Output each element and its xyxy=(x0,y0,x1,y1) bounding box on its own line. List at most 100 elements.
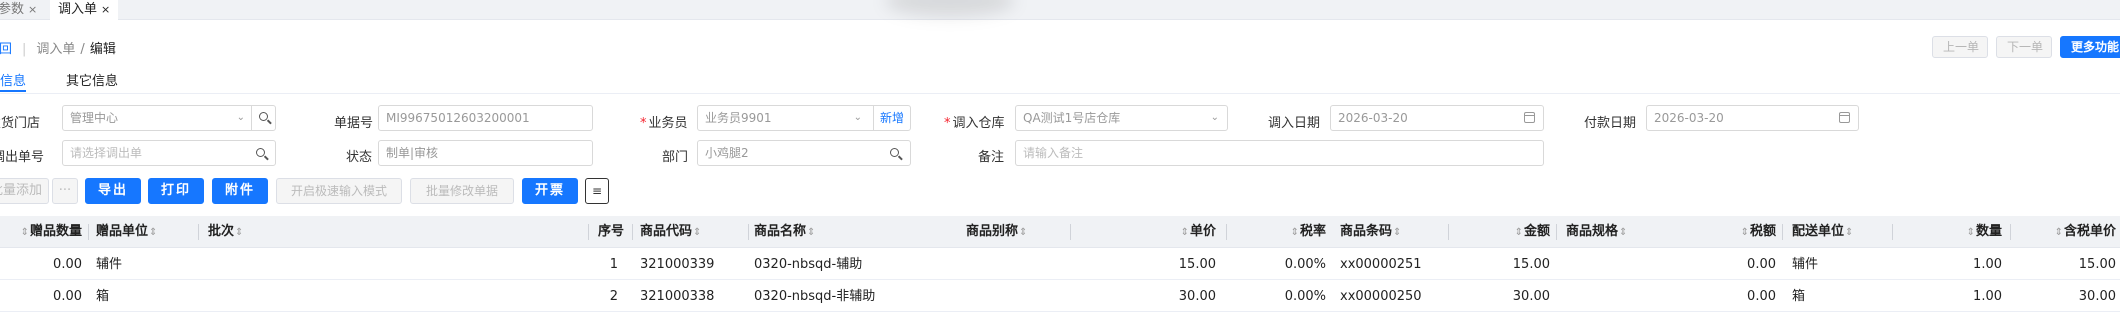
col-spec[interactable]: 商品规格⇕ xyxy=(1566,216,1666,248)
tab-other-info[interactable]: 其它信息 xyxy=(66,70,118,92)
salesman-select[interactable]: 业务员9901 ⌄ 新增 xyxy=(697,105,911,131)
cell-seq: 2 xyxy=(609,289,618,304)
next-doc-button[interactable]: 下一单 xyxy=(1996,36,2052,58)
ship-store-select[interactable]: 管理中心 ⌄ xyxy=(62,105,276,131)
back-link[interactable]: 返回 xyxy=(0,42,12,57)
col-price[interactable]: ⇕单价 xyxy=(1120,216,1216,248)
tab-bar: 参数 × 调入单 × xyxy=(0,0,2120,20)
cell-tax-rate: 0.00% xyxy=(1284,257,1326,272)
ship-store-value: 管理中心 xyxy=(70,111,119,125)
fast-input-mode-button[interactable]: 开启极速输入模式 xyxy=(276,178,402,204)
col-gift-unit[interactable]: 赠品单位⇕ xyxy=(96,216,196,248)
table-header: ⇕赠品数量 赠品单位⇕ 批次⇕ 序号 商品代码⇕ 商品名称⇕ 商品别称⇕ ⇕单价… xyxy=(0,216,2120,248)
pay-date-label: 付款日期 xyxy=(1584,116,1637,131)
cell-dist-unit: 箱 xyxy=(1792,289,1806,304)
tab-transfer-in[interactable]: 调入单 × xyxy=(50,0,119,20)
tab-params[interactable]: 参数 × xyxy=(0,0,41,20)
out-doc-placeholder: 请选择调出单 xyxy=(70,146,143,160)
close-icon[interactable]: × xyxy=(101,3,110,16)
doc-no-field[interactable]: MI99675012603200001 xyxy=(378,105,593,131)
shadow-overlay xyxy=(885,0,1015,16)
column-settings-icon[interactable]: ≡ xyxy=(585,178,609,204)
col-qty[interactable]: ⇕数量 xyxy=(1920,216,2002,248)
cell-product-name: 0320-nbsqd-辅助 xyxy=(754,257,863,272)
cell-gift-qty: 0.00 xyxy=(53,289,82,304)
pay-date-picker[interactable]: 2026-03-20 xyxy=(1646,105,1859,131)
calendar-icon[interactable] xyxy=(1524,112,1535,123)
batch-modify-button[interactable]: 批量修改单据 xyxy=(410,178,514,204)
prev-doc-button[interactable]: 上一单 xyxy=(1932,36,1988,58)
col-tax-price[interactable]: ⇕含税单价 xyxy=(2020,216,2116,248)
cell-tax: 0.00 xyxy=(1747,257,1776,272)
department-search-input[interactable]: 小鸡腿2 xyxy=(697,140,911,166)
status-label: 状态 xyxy=(346,150,373,165)
col-product-code[interactable]: 商品代码⇕ xyxy=(640,216,740,248)
breadcrumb-separator: / xyxy=(80,42,85,57)
cell-product-code: 321000339 xyxy=(640,257,715,272)
divider xyxy=(0,93,2120,94)
more-icon[interactable]: ··· xyxy=(52,178,78,204)
cell-product-name: 0320-nbsqd-非辅助 xyxy=(754,289,876,304)
divider: | xyxy=(22,42,27,57)
cell-barcode: xx00000251 xyxy=(1340,257,1422,272)
cell-tax-price: 30.00 xyxy=(2078,289,2116,304)
out-doc-search-input[interactable]: 请选择调出单 xyxy=(62,140,276,166)
table-row[interactable]: 0.00 辅件 1 321000339 0320-nbsqd-辅助 15.00 … xyxy=(0,249,2120,280)
in-warehouse-label: * 调入仓库 xyxy=(944,116,1005,131)
breadcrumb-parent[interactable]: 调入单 xyxy=(36,42,75,57)
in-date-value: 2026-03-20 xyxy=(1338,111,1408,125)
cell-gift-unit: 辅件 xyxy=(96,257,123,272)
chevron-down-icon[interactable]: ⌄ xyxy=(1211,106,1219,130)
table-row[interactable]: 0.00 箱 2 321000338 0320-nbsqd-非辅助 30.00 … xyxy=(0,281,2120,312)
col-amount[interactable]: ⇕金额 xyxy=(1470,216,1550,248)
cell-amount: 15.00 xyxy=(1512,257,1550,272)
search-icon[interactable] xyxy=(890,148,899,157)
in-date-picker[interactable]: 2026-03-20 xyxy=(1330,105,1544,131)
col-gift-qty[interactable]: ⇕赠品数量 xyxy=(0,216,82,248)
col-tax-rate[interactable]: ⇕税率 xyxy=(1240,216,1326,248)
pay-date-value: 2026-03-20 xyxy=(1654,111,1724,125)
col-tax[interactable]: ⇕税额 xyxy=(1700,216,1776,248)
more-functions-button[interactable]: 更多功能 xyxy=(2060,36,2120,58)
doc-no-label: 单据号 xyxy=(334,116,374,131)
attachment-button[interactable]: 附件 xyxy=(212,178,268,204)
export-button[interactable]: 导出 xyxy=(85,178,141,204)
cell-tax-price: 15.00 xyxy=(2078,257,2116,272)
out-doc-label: 调出单号 xyxy=(0,150,45,165)
cell-qty[interactable]: 1.00 xyxy=(1920,281,2002,312)
breadcrumb-current: 编辑 xyxy=(89,42,116,57)
col-batch[interactable]: 批次⇕ xyxy=(208,216,308,248)
cell-price[interactable]: 15.00 xyxy=(1120,249,1216,280)
tab-basic-info[interactable]: 基本信息 xyxy=(0,70,27,92)
col-seq[interactable]: 序号 xyxy=(560,216,624,248)
cell-tax: 0.00 xyxy=(1747,289,1776,304)
status-field[interactable]: 制单|审核 xyxy=(378,140,593,166)
department-label: 部门 xyxy=(662,150,689,165)
search-icon[interactable] xyxy=(256,148,265,157)
chevron-down-icon[interactable]: ⌄ xyxy=(237,106,245,130)
calendar-icon[interactable] xyxy=(1839,112,1850,123)
invoice-button[interactable]: 开票 xyxy=(522,178,578,204)
col-product-name[interactable]: 商品名称⇕ xyxy=(754,216,874,248)
cell-gift-unit: 箱 xyxy=(96,289,110,304)
col-dist-unit[interactable]: 配送单位⇕ xyxy=(1792,216,1892,248)
search-icon[interactable] xyxy=(251,106,275,130)
in-warehouse-value: QA测试1号店仓库 xyxy=(1023,111,1121,125)
cell-qty[interactable]: 1.00 xyxy=(1920,249,2002,280)
in-warehouse-select[interactable]: QA测试1号店仓库 ⌄ xyxy=(1015,105,1228,131)
tab-params-label: 参数 xyxy=(0,2,25,17)
col-barcode[interactable]: 商品条码⇕ xyxy=(1340,216,1440,248)
add-salesman-button[interactable]: 新增 xyxy=(872,106,910,130)
remark-input[interactable]: 请输入备注 xyxy=(1015,140,1544,166)
chevron-down-icon[interactable]: ⌄ xyxy=(854,106,862,130)
cell-price[interactable]: 30.00 xyxy=(1120,281,1216,312)
tab-transfer-in-label: 调入单 xyxy=(58,2,98,17)
breadcrumb: 返回 | 调入单 / 编辑 xyxy=(0,38,116,57)
close-icon[interactable]: × xyxy=(28,3,37,16)
batch-add-button[interactable]: 批量添加 xyxy=(0,178,49,204)
print-button[interactable]: 打印 xyxy=(148,178,204,204)
col-product-alias[interactable]: 商品别称⇕ xyxy=(966,216,1066,248)
salesman-label: * 业务员 xyxy=(640,116,688,131)
department-value: 小鸡腿2 xyxy=(705,146,749,160)
in-date-label: 调入日期 xyxy=(1268,116,1321,131)
